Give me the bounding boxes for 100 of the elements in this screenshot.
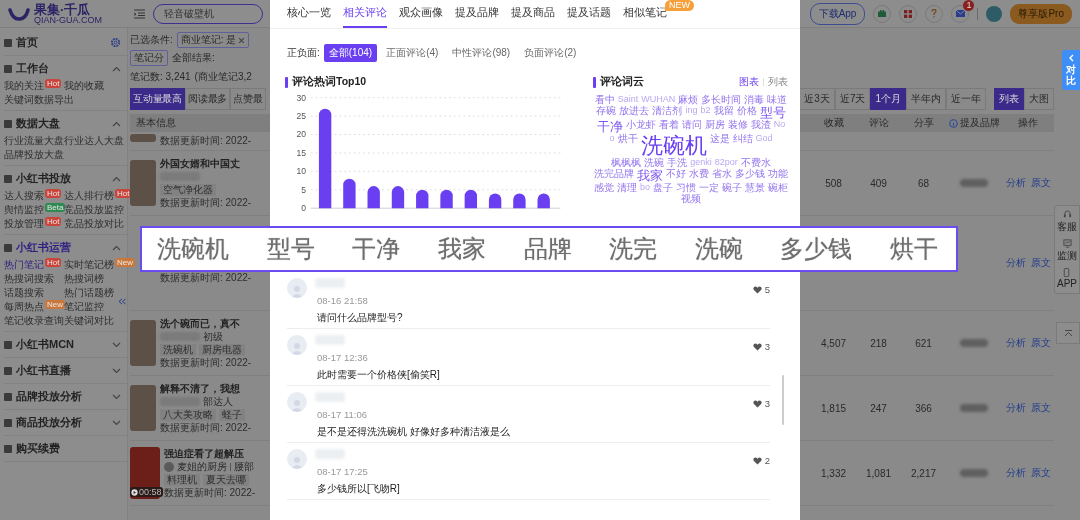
sidebar-section[interactable]: 小红书直播: [16, 363, 71, 378]
axis-label: 品牌: [523, 234, 572, 264]
sidebar-item[interactable]: 笔记监控: [64, 300, 104, 313]
sidebar-item[interactable]: 达人搜索: [4, 189, 44, 202]
action-link[interactable]: 分析: [1005, 336, 1026, 350]
search-field[interactable]: 轻音破壁机: [153, 3, 263, 24]
download-app-button[interactable]: 下载App: [809, 2, 866, 25]
section-icon: [4, 340, 12, 349]
action-link[interactable]: 原文: [1030, 401, 1051, 415]
chevron-down-icon[interactable]: [112, 341, 121, 348]
sidebar-item[interactable]: 笔记收录查询: [4, 314, 64, 327]
sort-tab[interactable]: 点赞最: [230, 88, 266, 110]
results-count: 笔记数: 3,241: [130, 70, 191, 84]
chevron-up-icon[interactable]: [112, 175, 121, 182]
action-link[interactable]: 分析: [1005, 176, 1026, 190]
sidebar-section[interactable]: 小红书MCN: [16, 337, 75, 352]
sidebar-section[interactable]: 购买续费: [16, 441, 60, 456]
cloud-word: 消毒: [744, 95, 765, 106]
view-tab[interactable]: 大图: [1024, 88, 1054, 110]
cloud-word: 请问: [681, 120, 702, 133]
sidebar-section[interactable]: 首页: [16, 35, 38, 50]
sidebar-item[interactable]: 热搜词搜索: [4, 272, 54, 285]
action-link[interactable]: 原文: [1030, 256, 1051, 270]
sidebar-item[interactable]: 关键词数据导出: [4, 93, 74, 106]
chevron-down-icon[interactable]: [112, 367, 121, 374]
action-link[interactable]: 分析: [1005, 256, 1026, 270]
collapse-icon[interactable]: [118, 298, 126, 305]
action-link[interactable]: 原文: [1030, 336, 1051, 350]
chevron-down-icon[interactable]: [112, 419, 121, 426]
sidebar-section[interactable]: 工作台: [16, 61, 49, 76]
sidebar-item[interactable]: 关键词对比: [64, 314, 114, 327]
column-header: 操作: [1018, 116, 1038, 130]
chevron-down-icon[interactable]: [112, 393, 121, 400]
sentiment-filter[interactable]: 全部(104): [323, 44, 378, 62]
sidebar-section[interactable]: 商品投放分析: [16, 415, 82, 430]
side-tool-button[interactable]: APP: [1057, 268, 1077, 289]
gear-icon[interactable]: [110, 37, 121, 48]
chevron-up-icon[interactable]: [112, 244, 121, 251]
filter-chip[interactable]: 笔记分: [130, 50, 168, 66]
action-link[interactable]: 原文: [1030, 466, 1051, 480]
sidebar-item[interactable]: 竞品投放监控: [64, 203, 124, 216]
cloud-word: 多长时间: [701, 95, 742, 106]
range-tab[interactable]: 近7天: [834, 88, 871, 110]
filter-chip[interactable]: 商业笔记: 是: [176, 32, 250, 48]
note-title[interactable]: 外国女婿和中国丈: [160, 157, 252, 170]
sentiment-filter[interactable]: 负面评论(2): [519, 44, 582, 62]
plan-button[interactable]: 尊享版Pro: [1010, 3, 1072, 24]
sort-tab[interactable]: 阅读最多: [185, 88, 231, 110]
scrollbar[interactable]: [782, 375, 784, 425]
sidebar-item[interactable]: 行业流量大盘: [4, 134, 64, 147]
tab[interactable]: 提及话题: [567, 0, 611, 28]
note-title[interactable]: 解释不清了，我想: [160, 382, 252, 395]
sidebar-section[interactable]: 小红书运营: [16, 240, 71, 255]
sentiment-filter[interactable]: 正面评论(4): [381, 44, 444, 62]
note-title[interactable]: 强迫症看了超解压: [164, 447, 256, 460]
sidebar-item[interactable]: 热门笔记: [4, 258, 44, 271]
sidebar-item[interactable]: 话题搜索: [4, 286, 44, 299]
side-tool-button[interactable]: 监测: [1057, 239, 1077, 263]
chevron-up-icon[interactable]: [112, 120, 121, 127]
sidebar-item[interactable]: 达人排行榜: [64, 189, 114, 202]
menu-icon[interactable]: [134, 8, 145, 19]
action-link[interactable]: 分析: [1005, 401, 1026, 415]
note-title[interactable]: 洗个碗而已，真不: [160, 317, 252, 330]
sidebar-item[interactable]: 竞品投放对比: [64, 217, 124, 230]
tab[interactable]: 相关评论: [343, 0, 387, 28]
sidebar-section[interactable]: 品牌投放分析: [16, 389, 82, 404]
sidebar-item[interactable]: 我的收藏: [64, 79, 104, 92]
avatar: [287, 449, 307, 469]
cloud-word: 一定: [699, 182, 719, 194]
tab[interactable]: 核心一览: [287, 0, 331, 28]
view-toggle[interactable]: 图表: [739, 75, 759, 89]
back-to-top-button[interactable]: [1056, 322, 1080, 344]
sidebar-item[interactable]: 投放管理: [4, 217, 44, 230]
sidebar-item[interactable]: 热搜词榜: [64, 272, 104, 285]
tab[interactable]: 提及商品: [511, 0, 555, 28]
compare-tab[interactable]: 对比: [1062, 50, 1080, 90]
sidebar-item[interactable]: 品牌投放大盘: [4, 148, 64, 161]
view-tab[interactable]: 列表: [994, 88, 1024, 110]
sidebar-item[interactable]: 每周热点: [4, 300, 44, 313]
chevron-up-icon[interactable]: [112, 65, 121, 72]
sidebar-section[interactable]: 数据大盘: [16, 116, 60, 131]
sidebar-item[interactable]: 行业达人大盘: [64, 134, 124, 147]
tab[interactable]: 提及品牌: [455, 0, 499, 28]
tab[interactable]: 观众画像: [399, 0, 443, 28]
sidebar-item[interactable]: 热门话题榜: [64, 286, 114, 299]
action-link[interactable]: 分析: [1005, 466, 1026, 480]
avatar[interactable]: [986, 5, 1003, 22]
range-tab[interactable]: 半年内: [906, 88, 946, 110]
view-toggle[interactable]: 列表: [768, 75, 788, 89]
sidebar-section[interactable]: 小红书投放: [16, 171, 71, 186]
cloud-word: 水费: [689, 168, 709, 181]
sidebar-item[interactable]: 舆情监控: [4, 203, 44, 216]
side-tool-button[interactable]: 客服: [1057, 210, 1077, 234]
close-icon[interactable]: [238, 36, 246, 44]
sentiment-filter[interactable]: 中性评论(98): [447, 44, 516, 62]
sidebar-item[interactable]: 我的关注: [4, 79, 44, 92]
sort-tab[interactable]: 互动量最高: [130, 88, 185, 110]
range-tab[interactable]: 1个月: [870, 88, 906, 110]
action-link[interactable]: 原文: [1030, 176, 1051, 190]
sidebar-item[interactable]: 实时笔记榜: [64, 258, 114, 271]
